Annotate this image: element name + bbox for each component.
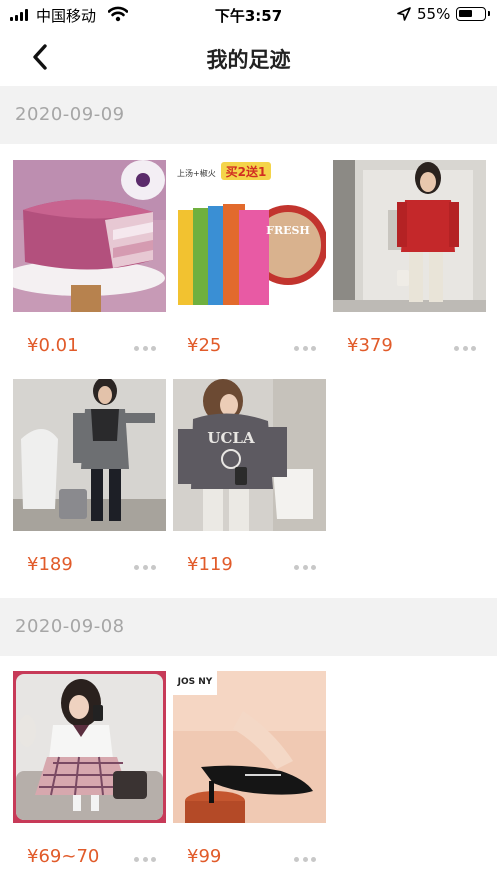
svg-text:上汤+椒火: 上汤+椒火 <box>177 168 216 178</box>
svg-text:FRESH: FRESH <box>266 224 310 237</box>
product-price: ¥69~70 <box>27 846 100 867</box>
svg-text:UCLA: UCLA <box>207 429 255 447</box>
more-dots-icon[interactable] <box>454 346 476 352</box>
product-price: ¥99 <box>187 846 222 867</box>
svg-text:买2送1: 买2送1 <box>226 164 267 179</box>
product-price: ¥0.01 <box>27 335 79 356</box>
more-dots-icon[interactable] <box>294 565 316 571</box>
product-image[interactable] <box>13 160 166 312</box>
more-dots-icon[interactable] <box>294 346 316 352</box>
battery-percentage: 55% <box>417 5 451 23</box>
product-price: ¥25 <box>187 335 222 356</box>
product-price: ¥189 <box>27 554 73 575</box>
product-image[interactable] <box>333 160 486 312</box>
product-image[interactable]: JOS NY <box>173 671 326 823</box>
location-arrow-icon <box>397 7 411 25</box>
status-bar: 中国移动 下午3:57 55% <box>0 0 497 30</box>
product-image[interactable] <box>13 379 166 531</box>
product-image[interactable]: UCLA <box>173 379 326 531</box>
product-price: ¥379 <box>347 335 393 356</box>
date-header: 2020-09-08 <box>0 598 497 656</box>
more-dots-icon[interactable] <box>294 857 316 863</box>
product-image[interactable] <box>13 671 166 823</box>
svg-text:JOS NY: JOS NY <box>177 677 213 687</box>
product-price: ¥119 <box>187 554 233 575</box>
product-image[interactable]: 买2送1 上汤+椒火 FRESH <box>173 160 326 312</box>
navigation-bar: 我的足迹 <box>0 30 497 86</box>
more-dots-icon[interactable] <box>134 857 156 863</box>
page-title: 我的足迹 <box>206 48 291 72</box>
more-dots-icon[interactable] <box>134 346 156 352</box>
more-dots-icon[interactable] <box>134 565 156 571</box>
battery-icon <box>456 7 490 21</box>
date-header: 2020-09-09 <box>0 86 497 144</box>
